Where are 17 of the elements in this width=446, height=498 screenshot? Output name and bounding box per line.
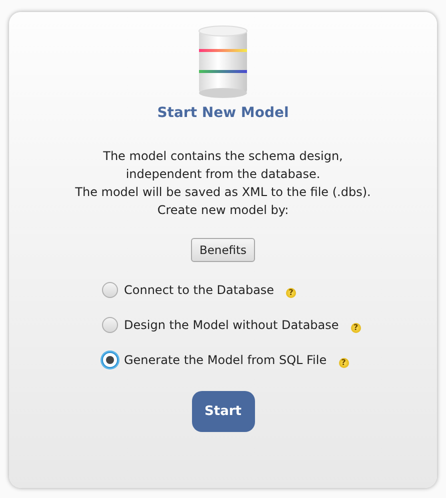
database-icon — [197, 25, 249, 99]
radio-button[interactable] — [102, 352, 118, 368]
description-text: Create new model by: — [156, 202, 290, 219]
description-text: The model will be saved as XML to the file (.dbs). — [75, 184, 371, 201]
start-button[interactable]: Start — [192, 391, 254, 432]
help-icon[interactable]: ? — [350, 323, 361, 333]
dialog-title: Start New Model — [157, 105, 289, 121]
help-icon[interactable]: ? — [338, 358, 349, 368]
benefits-button[interactable]: Benefits — [191, 238, 255, 262]
option-label[interactable]: Connect to the Database — [124, 283, 274, 297]
description-text: independent from the database. — [124, 166, 322, 183]
option-label[interactable]: Generate the Model from SQL File — [124, 353, 327, 367]
description-text: The model contains the schema design, — [102, 148, 344, 165]
radio-button[interactable] — [102, 282, 118, 298]
option-label[interactable]: Design the Model without Database — [124, 318, 339, 332]
radio-button[interactable] — [102, 317, 118, 333]
help-icon[interactable]: ? — [286, 288, 296, 298]
